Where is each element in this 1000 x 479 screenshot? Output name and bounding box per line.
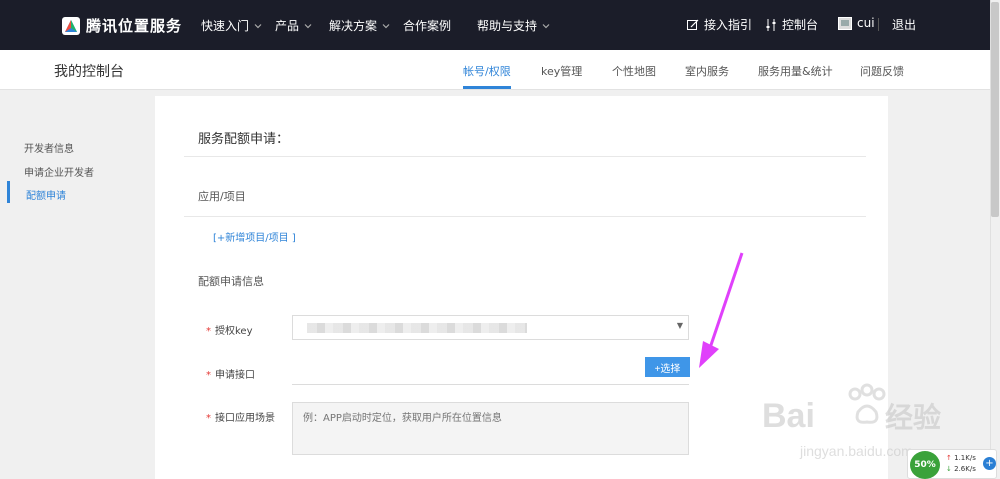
dropdown-arrow-icon: ▼ <box>676 321 683 330</box>
tab-indoor[interactable]: 室内服务 <box>685 63 729 79</box>
nav-quickstart[interactable]: 快速入门 <box>201 17 262 34</box>
nav-label: 控制台 <box>782 18 819 32</box>
console-header: 我的控制台 帐号/权限 key管理 个性地图 室内服务 服务用量&统计 问题反馈 <box>0 50 990 90</box>
nav-solutions[interactable]: 解决方案 <box>329 17 390 34</box>
nav-label: 快速入门 <box>201 19 250 33</box>
logout-link[interactable]: 退出 <box>892 16 916 33</box>
tab-custom-map[interactable]: 个性地图 <box>612 63 656 79</box>
username: cui <box>857 16 875 30</box>
divider <box>184 156 866 157</box>
annotation-arrow-icon <box>699 252 744 368</box>
tab-key-management[interactable]: key管理 <box>541 63 582 79</box>
tab-account[interactable]: 帐号/权限 <box>463 63 511 79</box>
page-title: 我的控制台 <box>54 64 124 80</box>
brand-name: 腾讯位置服务 <box>86 17 183 35</box>
sidebar: 开发者信息 申请企业开发者 配额申请 <box>0 91 150 479</box>
nav-label: 合作案例 <box>403 19 452 33</box>
sidebar-item-quota[interactable]: 配额申请 <box>26 187 66 202</box>
sidebar-item-developer-info[interactable]: 开发者信息 <box>24 140 74 155</box>
nav-cases[interactable]: 合作案例 <box>403 17 451 34</box>
app-section-label: 应用/项目 <box>198 190 246 203</box>
key-select[interactable]: ▼ <box>292 315 689 340</box>
nav-label: 退出 <box>892 18 917 32</box>
upload-speed: ↑ 1.1K/s <box>946 454 976 462</box>
nav-label: 接入指引 <box>704 18 753 32</box>
scene-label: * 接口应用场景 <box>206 409 275 424</box>
chevron-down-icon <box>304 23 312 28</box>
avatar-icon <box>838 16 852 30</box>
nav-user[interactable]: cui <box>838 16 875 30</box>
edit-icon <box>687 19 699 30</box>
chevron-down-icon <box>542 23 550 28</box>
nav-access-guide[interactable]: 接入指引 <box>687 16 752 33</box>
plus-icon[interactable]: + <box>983 457 996 470</box>
quota-info-section-label: 配额申请信息 <box>198 275 264 288</box>
scene-textarea[interactable] <box>292 402 689 455</box>
blurred-key-value <box>307 323 527 333</box>
choose-api-button[interactable]: +选择 <box>645 357 690 377</box>
tab-usage-stats[interactable]: 服务用量&统计 <box>758 63 833 79</box>
field-label-text: 授权key <box>215 326 253 337</box>
nav-help[interactable]: 帮助与支持 <box>477 17 550 34</box>
cpu-usage-badge: 50% <box>910 451 940 479</box>
required-mark: * <box>206 326 211 337</box>
download-speed-value: 2.6K/s <box>954 465 976 473</box>
api-field <box>292 384 689 385</box>
field-label-text: 申请接口 <box>215 370 255 381</box>
add-project-link[interactable]: [+新增项目/项目 ] <box>213 229 296 244</box>
arrow-down-icon: ↓ <box>946 465 952 473</box>
svg-text:经验: 经验 <box>885 401 941 434</box>
divider <box>184 216 866 217</box>
sliders-icon <box>766 18 776 31</box>
svg-text:jingyan.baidu.com: jingyan.baidu.com <box>799 443 913 459</box>
chevron-down-icon <box>382 23 390 28</box>
arrow-up-icon: ↑ <box>946 454 952 462</box>
nav-label: 产品 <box>275 19 300 33</box>
api-label: * 申请接口 <box>206 366 255 381</box>
form-title: 服务配额申请： <box>198 132 290 147</box>
svg-text:Bai: Bai <box>762 397 815 435</box>
map-logo-icon <box>62 16 80 35</box>
nav-label: 解决方案 <box>329 19 378 33</box>
nav-console[interactable]: 控制台 <box>765 16 818 33</box>
sidebar-active-indicator <box>7 181 10 203</box>
scrollbar-thumb[interactable] <box>991 2 999 217</box>
chevron-down-icon <box>254 23 262 28</box>
required-mark: * <box>206 370 211 381</box>
tab-feedback[interactable]: 问题反馈 <box>860 63 904 79</box>
required-mark: * <box>206 413 211 424</box>
sidebar-item-enterprise[interactable]: 申请企业开发者 <box>24 164 94 179</box>
brand-logo[interactable]: 腾讯位置服务 <box>62 15 182 36</box>
top-navbar: 腾讯位置服务 快速入门 产品 解决方案 合作案例 帮助与支持 接入指引 控制台 … <box>0 0 990 50</box>
key-label: * 授权key <box>206 322 253 337</box>
network-speed-widget[interactable]: 50% ↑ 1.1K/s ↓ 2.6K/s + <box>907 449 997 479</box>
download-speed: ↓ 2.6K/s <box>946 465 976 473</box>
nav-product[interactable]: 产品 <box>275 17 312 34</box>
divider <box>878 18 879 31</box>
field-label-text: 接口应用场景 <box>215 413 275 424</box>
active-tab-indicator <box>463 86 511 89</box>
upload-speed-value: 1.1K/s <box>954 454 976 462</box>
nav-label: 帮助与支持 <box>477 19 538 33</box>
